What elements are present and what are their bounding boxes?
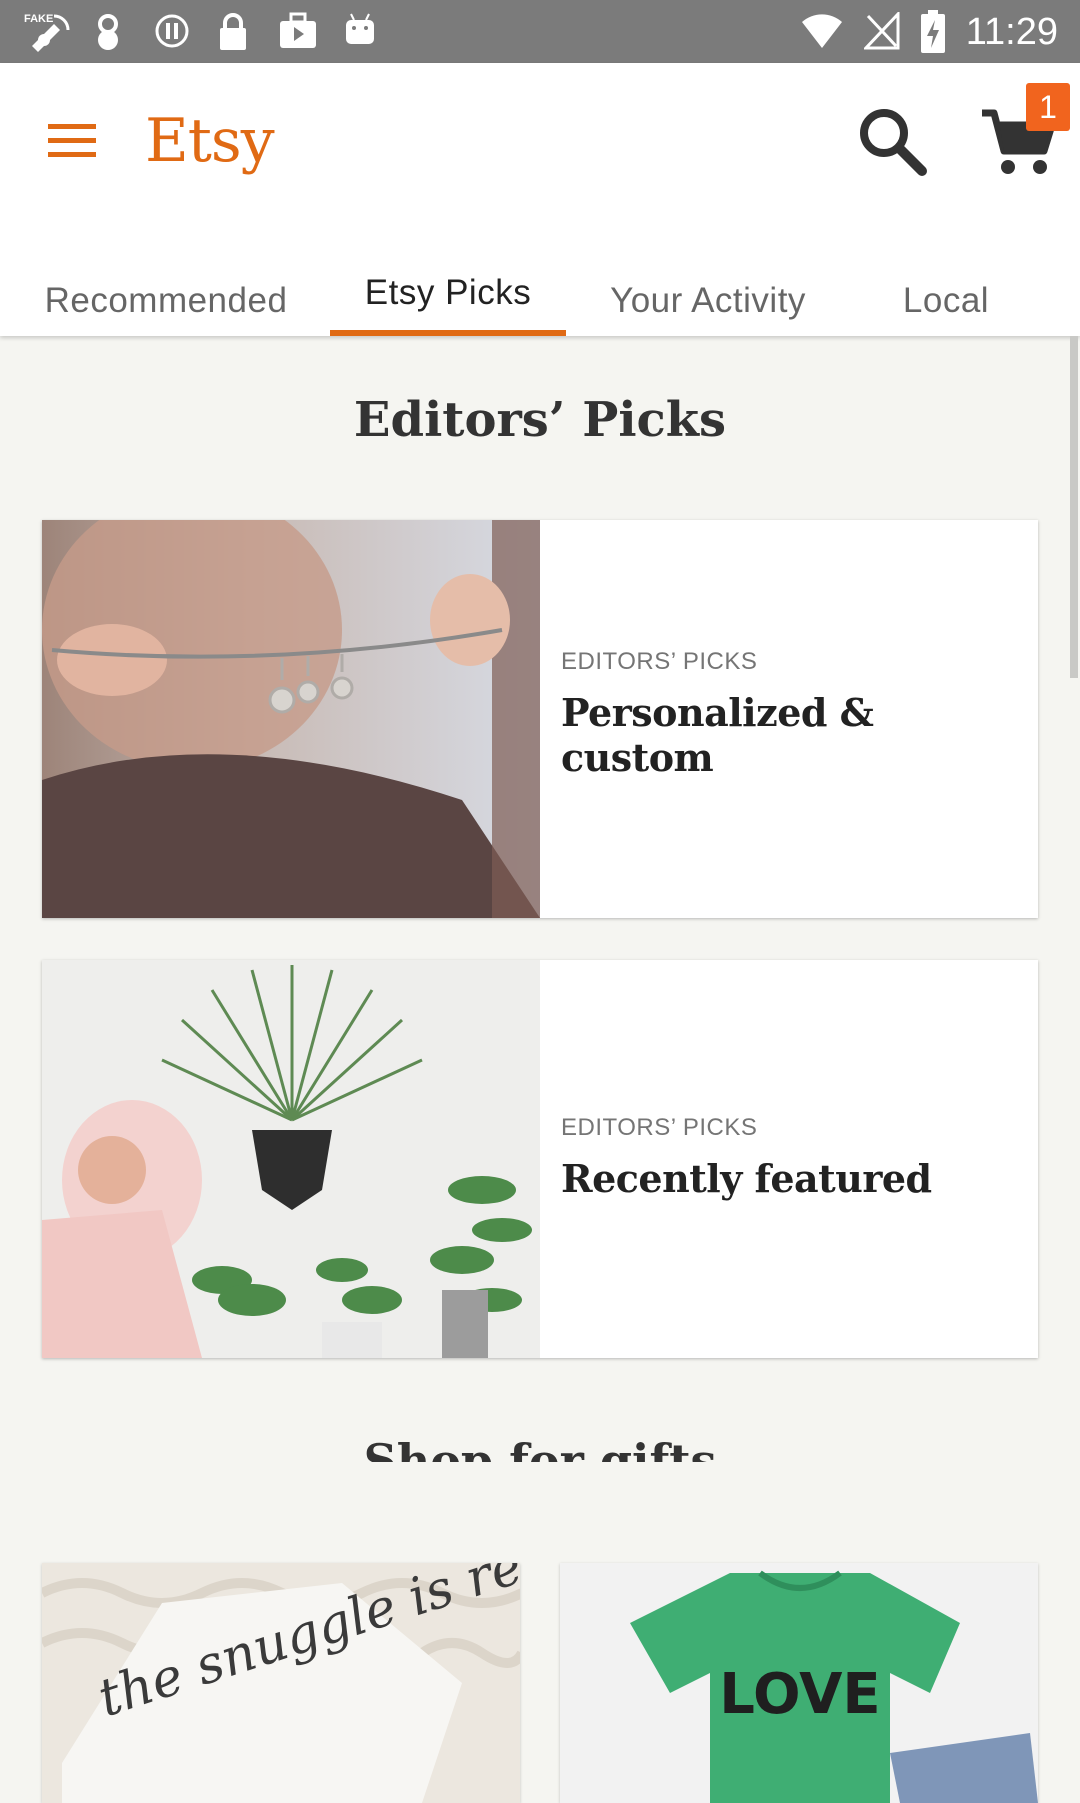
shirt-text: LOVE [719,1662,880,1727]
app-bar: Etsy 1 Recommended Etsy Picks Your Activ… [0,63,1080,336]
wifi-icon [802,14,842,48]
section-title-editors-picks: Editors’ Picks [353,392,727,448]
etsy-logo[interactable]: Etsy [145,101,275,181]
tab-recommended[interactable]: Recommended [24,243,308,336]
pillow-photo: the snuggle is real [42,1563,520,1803]
gift-tile-shirt[interactable]: LOVE [560,1563,1038,1803]
cart-count-badge: 1 [1026,83,1070,131]
briefcase-play-icon [280,12,316,48]
no-signal-icon [864,12,900,50]
fake-gps-icon: FAKE [24,13,70,52]
search-icon[interactable] [852,101,932,181]
card-title: Personalized & custom [561,690,874,780]
svg-text:FAKE: FAKE [24,13,53,25]
card-title: Recently featured [561,1156,932,1201]
tab-local[interactable]: Local [866,243,1026,336]
card-eyebrow: EDITORS’ PICKS [561,648,758,675]
active-tab-indicator [330,330,566,336]
card-personalized-custom[interactable]: EDITORS’ PICKS Personalized & custom [42,520,1038,918]
jewelry-photo [42,520,540,918]
battery-charging-icon [921,10,945,53]
plants-photo [42,960,540,1358]
lock-icon [220,13,246,50]
tab-your-activity[interactable]: Your Activity [590,243,826,336]
section-title-shop-for-gifts: Shop for gifts [363,1434,717,1462]
scrollbar[interactable] [1070,336,1078,678]
menu-icon[interactable] [44,113,100,169]
gift-tile-pillow[interactable]: the snuggle is real [42,1563,520,1803]
status-time: 11:29 [965,11,1058,53]
card-recently-featured[interactable]: EDITORS’ PICKS Recently featured [42,960,1038,1358]
status-bar: FAKE 11:29 [0,0,1080,63]
tshirt-photo: LOVE [560,1563,1038,1803]
sync-icon [155,14,189,48]
tab-etsy-picks[interactable]: Etsy Picks [330,243,566,327]
card-eyebrow: EDITORS’ PICKS [561,1114,758,1141]
tab-bar: Recommended Etsy Picks Your Activity Loc… [0,243,1080,336]
download-icon [98,14,118,50]
android-icon [346,13,374,44]
